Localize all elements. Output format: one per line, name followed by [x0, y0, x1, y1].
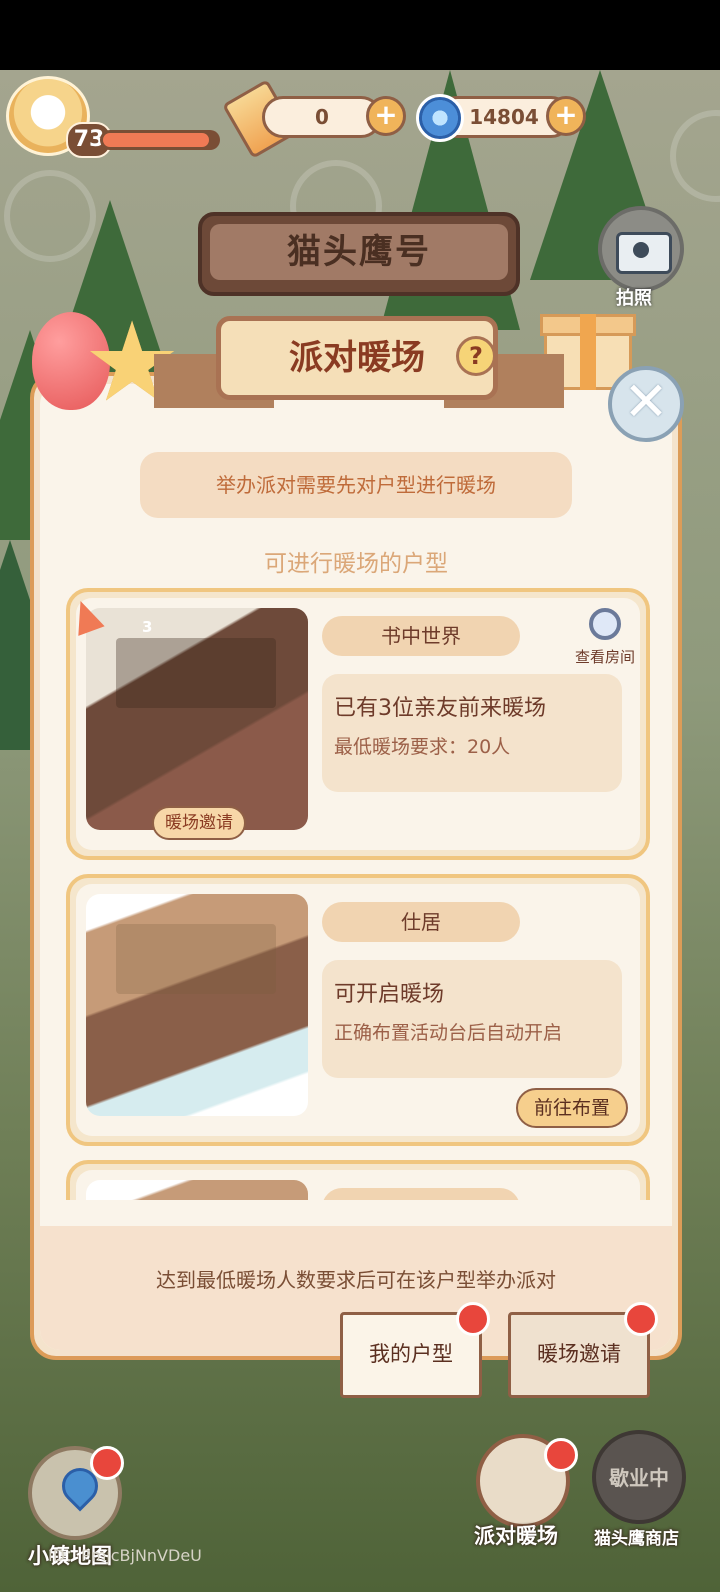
room-status-box: 已有3位亲友前来暖场 最低暖场要求：20人 — [322, 674, 622, 792]
notification-dot — [624, 1302, 658, 1336]
room-status: 可开启暖场 — [334, 982, 445, 1007]
magnifier-icon — [589, 608, 621, 640]
add-ticket-button[interactable]: + — [366, 96, 406, 136]
room-name — [322, 1188, 520, 1200]
location-sign-text: 猫头鹰号 — [210, 224, 508, 280]
ticket-counter: 0 — [262, 96, 382, 138]
room-thumbnail[interactable] — [86, 608, 308, 830]
section-title: 可进行暖场的户型 — [264, 551, 448, 577]
experience-bar-fill — [103, 133, 210, 147]
party-badge-count: 3 — [142, 618, 153, 636]
room-status-box: 可开启暖场 正确布置活动台后自动开启 — [322, 960, 622, 1078]
room-requirement: 正确布置活动台后自动开启 — [334, 1022, 563, 1044]
footer-hint: 达到最低暖场人数要求后可在该户型举办派对 — [156, 1268, 556, 1292]
room-name: 仕居 — [322, 902, 520, 942]
room-requirement: 最低暖场要求：20人 — [334, 736, 511, 758]
help-icon[interactable]: ? — [456, 336, 496, 376]
camera-icon — [616, 232, 672, 274]
room-thumbnail[interactable] — [86, 894, 308, 1116]
user-id: ID：PmjcBjNnVDeU — [48, 1546, 202, 1565]
shop-status: 歇业中 — [609, 1466, 669, 1490]
add-coin-button[interactable]: + — [546, 96, 586, 136]
party-warmup-label: 派对暖场 — [474, 1524, 558, 1548]
swirl-currency-icon — [416, 94, 464, 142]
dialog-title-banner: 派对暖场 — [154, 316, 564, 410]
experience-bar — [100, 130, 220, 150]
room-card — [66, 1160, 650, 1200]
room-card: 仕居 可开启暖场 正确布置活动台后自动开启 前往布置 — [66, 874, 650, 1146]
location-sign: 猫头鹰号 — [198, 212, 520, 296]
sun-decoration — [670, 110, 720, 202]
notification-dot — [90, 1446, 124, 1480]
room-status: 已有3位亲友前来暖场 — [334, 696, 546, 721]
camera-button[interactable] — [598, 206, 684, 292]
room-name: 书中世界 — [322, 616, 520, 656]
view-room-label: 查看房间 — [574, 648, 635, 666]
room-list[interactable]: 3 暖场邀请 书中世界 查看房间 已有3位亲友前来暖场 最低暖场要求：20人 仕… — [66, 588, 650, 1200]
room-thumbnail[interactable] — [86, 1180, 308, 1200]
view-room-button[interactable]: 查看房间 — [570, 608, 640, 668]
go-arrange-button[interactable]: 前往布置 — [516, 1088, 628, 1128]
notice-banner: 举办派对需要先对户型进行暖场 — [140, 452, 572, 518]
notification-dot — [456, 1302, 490, 1336]
owl-shop-label: 猫头鹰商店 — [594, 1529, 679, 1549]
notification-dot — [544, 1438, 578, 1472]
warmup-invite-button[interactable]: 暖场邀请 — [152, 806, 246, 840]
owl-shop-button[interactable]: 歇业中 — [592, 1430, 686, 1524]
close-button[interactable]: ✕ — [608, 366, 684, 442]
room-card: 3 暖场邀请 书中世界 查看房间 已有3位亲友前来暖场 最低暖场要求：20人 — [66, 588, 650, 860]
